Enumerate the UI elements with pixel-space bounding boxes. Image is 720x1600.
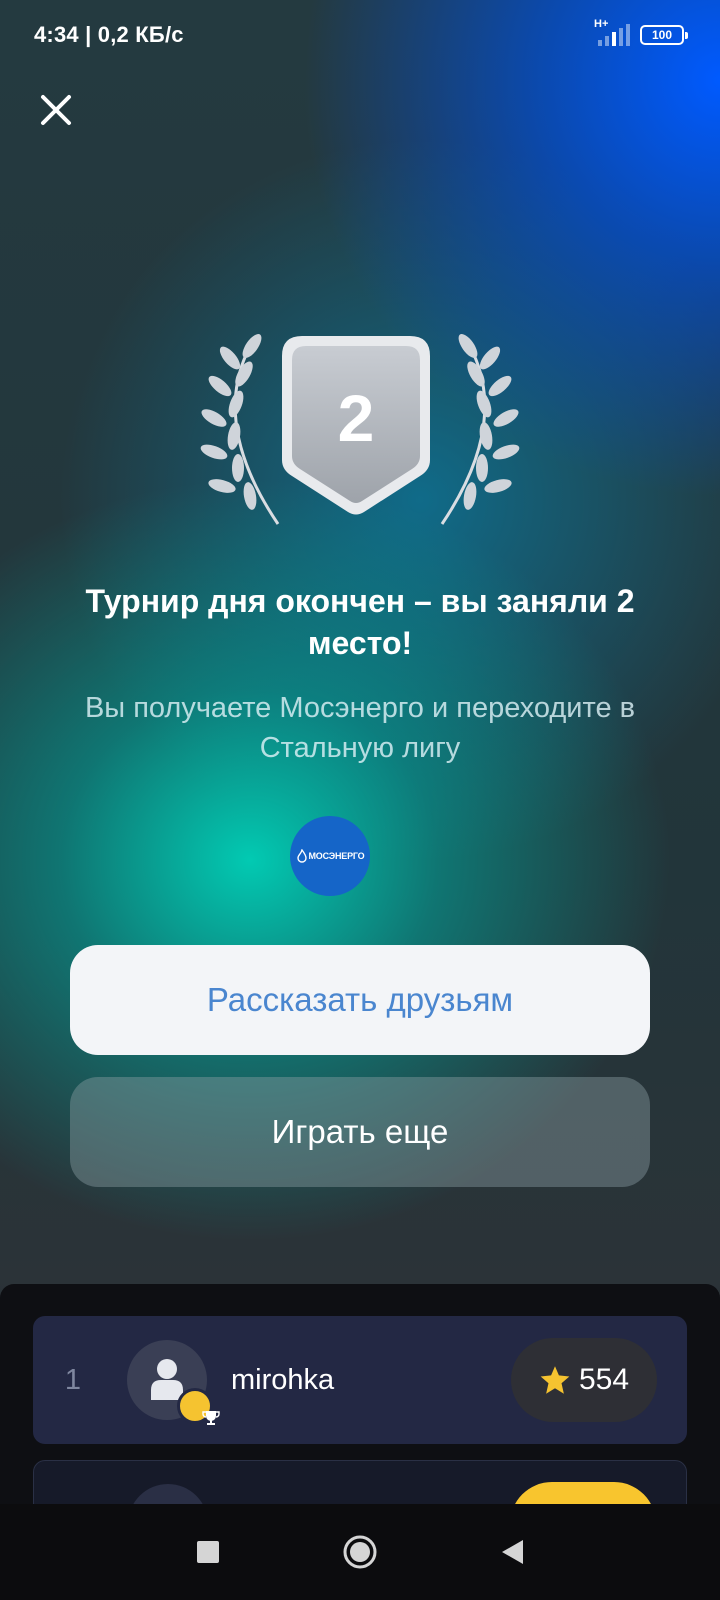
square-icon — [197, 1541, 219, 1563]
leaderboard-row[interactable]: 1 mirohka 554 — [33, 1316, 687, 1444]
trophy-icon — [177, 1388, 220, 1425]
signal-icon: H+ — [594, 18, 630, 46]
result-title: Турнир дня окончен – вы заняли 2 место! — [85, 583, 635, 661]
close-button[interactable] — [30, 84, 82, 136]
user-icon — [151, 1359, 183, 1400]
recent-apps-button[interactable] — [188, 1532, 228, 1572]
place-number: 2 — [337, 381, 375, 455]
reward-logo-text: МОСЭНЕРГО — [308, 851, 365, 861]
play-again-button[interactable]: Играть еще — [70, 1077, 650, 1187]
home-button[interactable] — [340, 1532, 380, 1572]
battery-level: 100 — [651, 28, 673, 42]
back-button[interactable] — [492, 1532, 532, 1572]
status-icons: H+ 100 — [594, 18, 688, 46]
close-icon — [41, 95, 71, 125]
laurel-right-icon — [440, 334, 520, 525]
system-nav-bar — [0, 1504, 720, 1600]
leaderboard-rank: 1 — [64, 1363, 82, 1396]
score-value: 554 — [578, 1363, 630, 1396]
avatar — [127, 1340, 220, 1425]
triangle-back-icon — [502, 1540, 523, 1564]
network-type: H+ — [594, 18, 609, 30]
score-pill: 554 — [511, 1338, 657, 1422]
share-button[interactable]: Рассказать друзьям — [70, 945, 650, 1055]
reward-logo-icon: МОСЭНЕРГО — [290, 816, 370, 896]
laurel-left-icon — [200, 334, 280, 525]
battery-icon: 100 — [640, 25, 688, 45]
result-subtitle: Вы получаете Мосэнерго и переходите в Ст… — [84, 692, 636, 764]
circle-icon — [343, 1535, 377, 1569]
status-time-speed: 4:34 | 0,2 КБ/с — [34, 22, 184, 47]
star-icon — [540, 1366, 570, 1394]
flame-icon — [296, 849, 307, 863]
place-badge: 2 — [200, 320, 520, 530]
status-bar: 4:34 | 0,2 КБ/с H+ 100 — [0, 0, 720, 70]
leaderboard-name: mirohka — [231, 1363, 335, 1396]
